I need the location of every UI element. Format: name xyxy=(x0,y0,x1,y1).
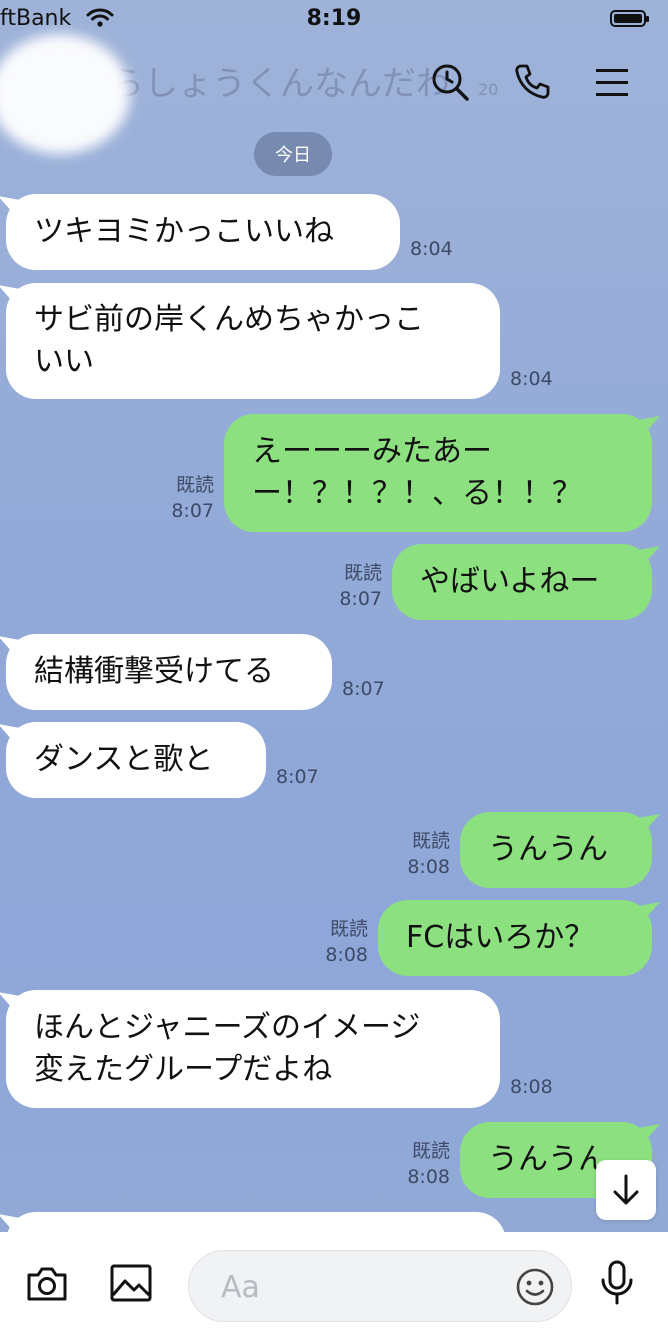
phone-icon[interactable] xyxy=(510,60,554,104)
message-bubble[interactable]: やばいよねー xyxy=(392,544,652,620)
menu-icon[interactable] xyxy=(590,60,634,104)
message-text: うんうん xyxy=(488,1142,608,1177)
read-receipt: 既読 8:07 xyxy=(171,474,214,522)
message-bubble[interactable]: えーーーみたあー ー！？！？！、る！！？ xyxy=(224,414,652,532)
date-divider: 今日 xyxy=(254,132,332,176)
message-text: ツキヨミかっこいいね xyxy=(34,214,334,249)
message-time: 8:04 xyxy=(510,368,553,390)
battery-icon xyxy=(610,10,649,27)
message-time: 8:07 xyxy=(276,766,319,788)
message-bubble[interactable]: 結構衝撃受けてる xyxy=(6,634,332,710)
message-text: うんうん xyxy=(488,832,608,867)
message-text: やばいよねー xyxy=(420,564,600,599)
search-icon[interactable] xyxy=(428,60,472,104)
message-input[interactable] xyxy=(219,1265,493,1309)
read-receipt: 既読 8:08 xyxy=(407,830,450,878)
message-text: ー！？！？！、る！！？ xyxy=(252,476,582,511)
message-text: ほんとジャニーズのイメージ xyxy=(34,1010,421,1045)
chat-header: らしょうくんなんだわ 20 xyxy=(0,34,668,154)
message-bubble[interactable]: ツキヨミかっこいいね xyxy=(6,194,400,270)
message-bubble[interactable]: サビ前の岸くんめちゃかっこ いい xyxy=(6,283,500,399)
arrow-down-icon xyxy=(613,1174,639,1205)
status-bar: ftBank 8:19 xyxy=(0,0,668,40)
emoji-icon[interactable] xyxy=(515,1267,555,1311)
message-time: 8:04 xyxy=(410,238,453,260)
read-receipt: 既読 8:08 xyxy=(325,918,368,966)
status-time: 8:19 xyxy=(306,6,362,31)
message-text: サビ前の岸くんめちゃかっこ xyxy=(34,302,424,337)
camera-icon[interactable] xyxy=(22,1258,72,1308)
message-bubble[interactable]: FCはいろか？ xyxy=(378,900,652,976)
message-text: えーーーみたあー xyxy=(252,434,492,469)
message-time: 8:07 xyxy=(342,678,385,700)
microphone-icon[interactable] xyxy=(592,1258,642,1308)
image-icon[interactable] xyxy=(106,1258,156,1308)
avatar[interactable] xyxy=(0,34,130,154)
message-time: 8:08 xyxy=(510,1076,553,1098)
message-text: 結構衝撃受けてる xyxy=(34,654,274,689)
message-text: ダンスと歌と xyxy=(34,742,214,777)
message-text: 変えたグループだよね xyxy=(34,1052,333,1087)
message-input-bar xyxy=(0,1232,668,1334)
message-bubble[interactable]: うんうん xyxy=(460,812,652,888)
message-text: FCはいろか？ xyxy=(406,920,595,955)
read-receipt: 既読 8:07 xyxy=(339,562,382,610)
message-bubble[interactable]: ほんとジャニーズのイメージ 変えたグループだよね xyxy=(6,990,500,1108)
message-bubble[interactable]: ダンスと歌と xyxy=(6,722,266,798)
contact-subtext: 20 xyxy=(478,80,499,99)
read-receipt: 既読 8:08 xyxy=(407,1140,450,1188)
message-text: いい xyxy=(34,344,94,379)
scroll-to-bottom-button[interactable] xyxy=(596,1160,656,1220)
contact-name[interactable]: らしょうくんなんだわ xyxy=(110,56,450,105)
message-input-field[interactable] xyxy=(188,1250,572,1322)
